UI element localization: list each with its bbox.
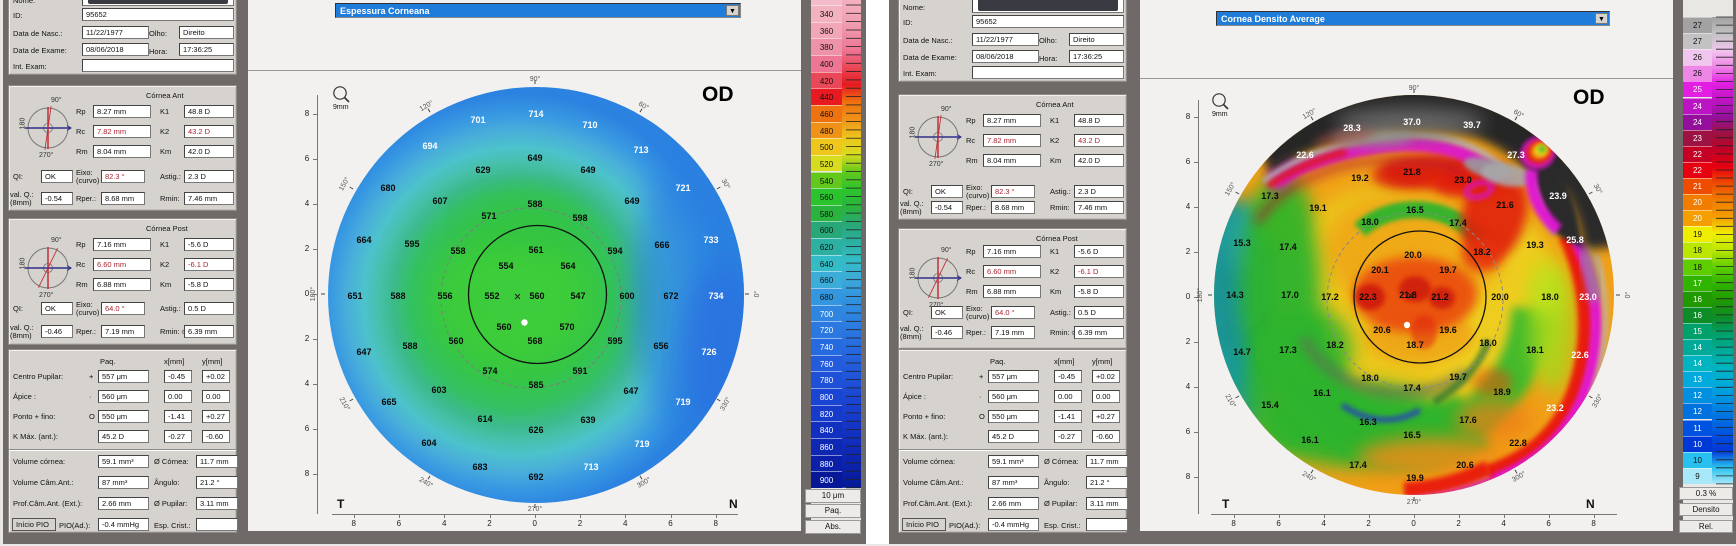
svg-text:330°: 330° bbox=[718, 395, 732, 412]
svg-text:150°: 150° bbox=[337, 175, 351, 192]
svg-text:60°: 60° bbox=[1512, 108, 1525, 120]
svg-text:300°: 300° bbox=[636, 475, 653, 489]
svg-text:30°: 30° bbox=[1592, 182, 1604, 195]
svg-text:0°: 0° bbox=[753, 290, 761, 297]
svg-text:210°: 210° bbox=[338, 396, 352, 413]
svg-text:270°: 270° bbox=[528, 505, 543, 513]
svg-text:180°: 180° bbox=[309, 287, 317, 302]
svg-text:180°: 180° bbox=[1196, 288, 1204, 303]
svg-text:150°: 150° bbox=[1223, 180, 1237, 197]
svg-text:270°: 270° bbox=[1407, 498, 1422, 506]
svg-text:90°: 90° bbox=[1409, 84, 1420, 92]
svg-text:90°: 90° bbox=[530, 75, 541, 83]
svg-text:120°: 120° bbox=[1301, 107, 1318, 121]
svg-text:0°: 0° bbox=[1624, 291, 1632, 298]
svg-text:300°: 300° bbox=[1511, 470, 1528, 484]
svg-text:210°: 210° bbox=[1223, 393, 1237, 410]
svg-text:60°: 60° bbox=[637, 100, 650, 112]
svg-text:30°: 30° bbox=[720, 177, 732, 190]
svg-text:330°: 330° bbox=[1590, 392, 1604, 409]
svg-text:240°: 240° bbox=[418, 476, 435, 490]
svg-text:240°: 240° bbox=[1301, 470, 1318, 484]
svg-text:120°: 120° bbox=[418, 99, 435, 113]
